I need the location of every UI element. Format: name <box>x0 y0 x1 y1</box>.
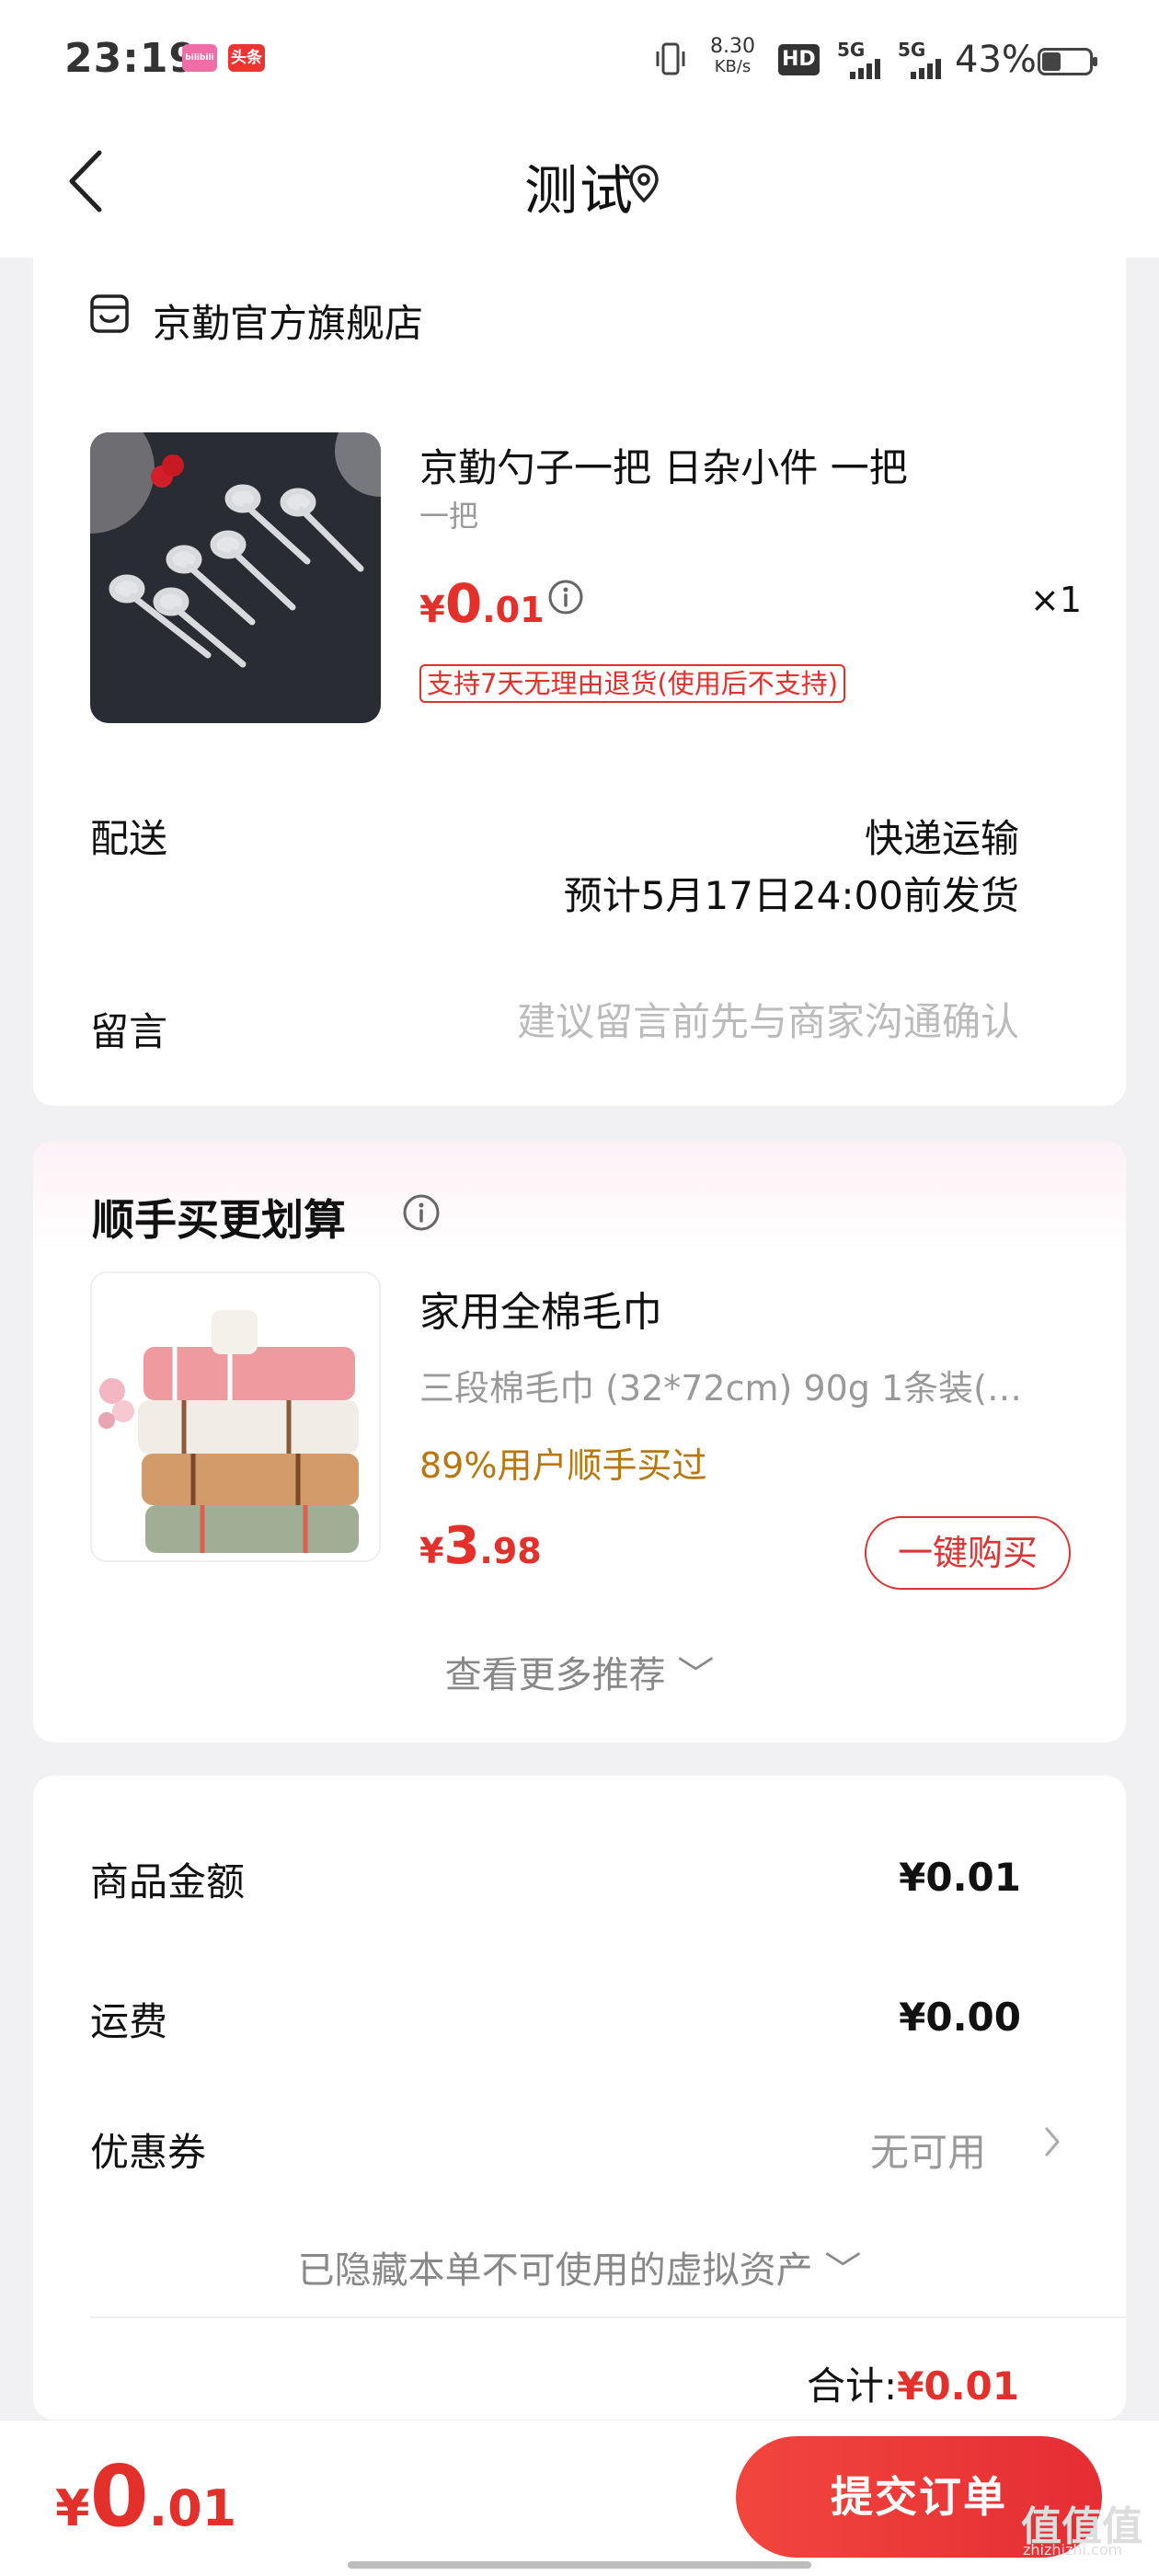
product-title[interactable]: 京勤勺子一把 日杂小件 一把 <box>419 437 908 493</box>
status-time: 23:19 <box>64 35 199 82</box>
message-input[interactable] <box>460 994 1019 1049</box>
vibrate-icon <box>655 42 686 75</box>
product-spec: 一把 <box>419 499 479 534</box>
recommendation-price: ¥3.98 <box>419 1516 542 1576</box>
delivery-method[interactable]: 快递运输 <box>865 808 1019 864</box>
product-price: ¥0.01 <box>419 572 545 635</box>
more-recommendations-link[interactable]: 查看更多推荐 ﹀ <box>0 1645 1159 1698</box>
battery-percent: 43% <box>955 39 1037 81</box>
signal-5g-2-icon: 5G <box>898 39 926 61</box>
one-click-buy-button[interactable]: 一键购买 <box>865 1516 1071 1590</box>
bilibili-badge-icon: bilibili <box>182 44 217 72</box>
product-quantity: ×1 <box>1030 580 1083 620</box>
recommendation-product-image[interactable] <box>90 1271 381 1562</box>
product-image[interactable] <box>90 432 381 723</box>
coupon-label: 优惠券 <box>90 2130 207 2175</box>
recommendation-info-icon[interactable] <box>401 1192 442 1233</box>
net-speed: 8.30 KB/s <box>710 35 755 77</box>
toutiao-badge-icon: 头条 <box>228 44 265 72</box>
goods-amount-label: 商品金额 <box>90 1859 246 1904</box>
recommendation-product-spec[interactable]: 三段棉毛巾 (32*72cm) 90g 1条装(… <box>419 1360 1091 1410</box>
goods-amount-value: ¥0.01 <box>899 1855 1021 1900</box>
chevron-right-icon[interactable] <box>1043 2125 1061 2168</box>
shipping-label: 运费 <box>90 1999 168 2044</box>
page-title: 测试 <box>523 159 635 222</box>
store-icon <box>88 293 131 335</box>
hidden-assets-toggle[interactable]: 已隐藏本单不可使用的虚拟资产 ﹀ <box>0 2240 1159 2294</box>
signal-bars-2-icon <box>900 59 946 83</box>
recommendation-social-proof: 89%用户顺手买过 <box>419 1445 707 1486</box>
location-pin-icon[interactable] <box>627 164 660 204</box>
bottom-total-price: ¥0.01 <box>55 2447 237 2546</box>
price-info-icon[interactable] <box>546 578 585 616</box>
recommendation-title: 顺手买更划算 <box>92 1195 346 1245</box>
watermark-site: zhizhizhi.com <box>1023 2541 1123 2559</box>
home-indicator[interactable] <box>348 2561 811 2569</box>
divider <box>90 2317 1126 2318</box>
delivery-estimate: 预计5月17日24:00前发货 <box>563 873 1019 918</box>
signal-bars-1-icon <box>839 59 881 83</box>
store-name[interactable]: 京勤官方旗舰店 <box>153 293 423 349</box>
hd-icon: HD <box>778 44 820 75</box>
signal-5g-1-icon: 5G <box>837 39 866 61</box>
coupon-value[interactable]: 无可用 <box>870 2122 986 2178</box>
shipping-value: ¥0.00 <box>899 1995 1021 2040</box>
battery-icon <box>1038 48 1097 75</box>
recommendation-product-name[interactable]: 家用全棉毛巾 <box>419 1279 662 1338</box>
return-policy-tag: 支持7天无理由退货(使用后不支持) <box>419 664 846 703</box>
order-total: 合计:¥0.01 <box>806 2363 1019 2409</box>
message-label: 留言 <box>90 1009 168 1054</box>
delivery-label: 配送 <box>90 816 168 861</box>
